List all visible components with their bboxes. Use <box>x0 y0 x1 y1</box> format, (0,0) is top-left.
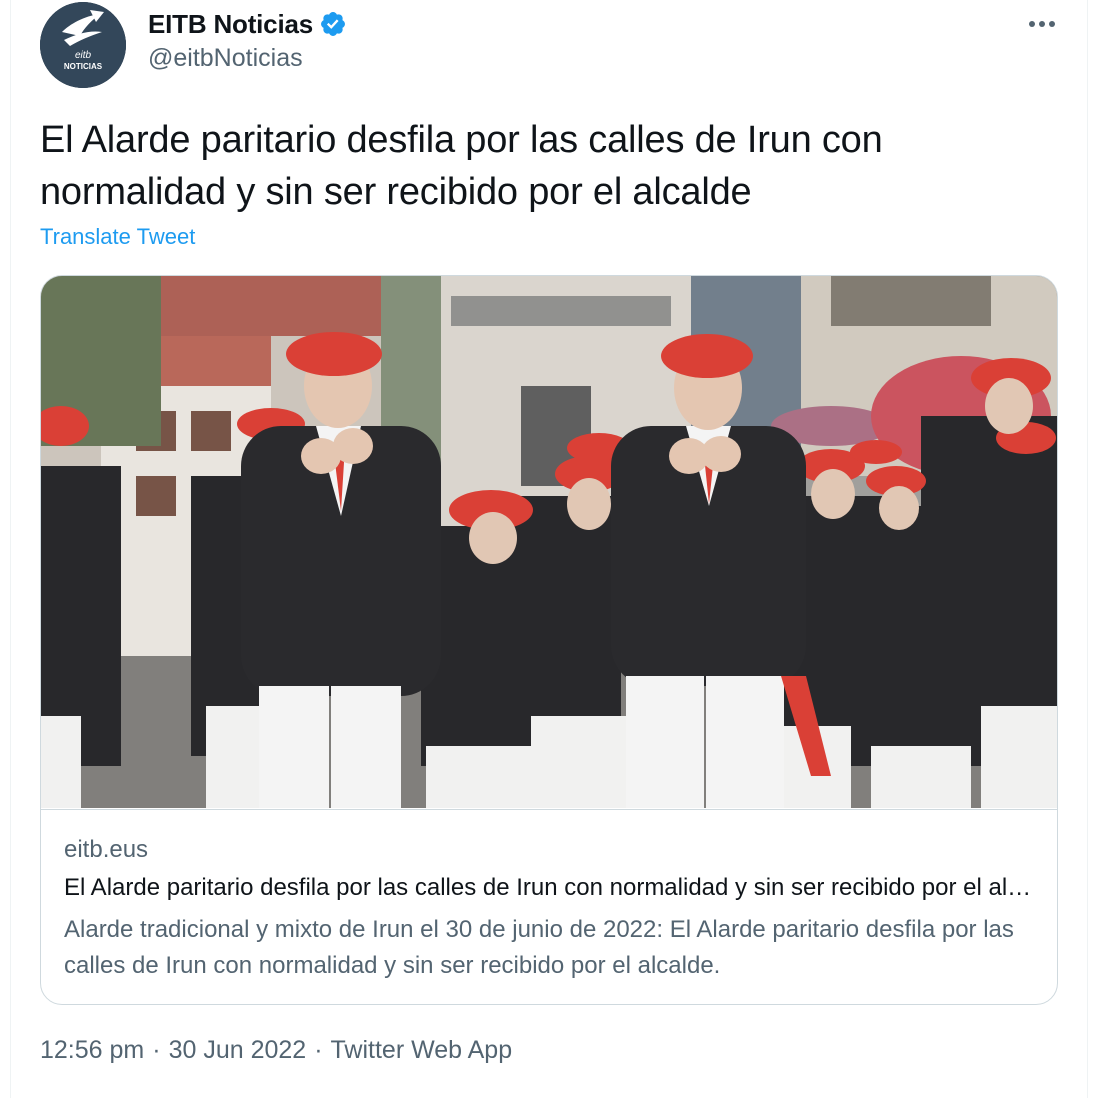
author-display-name[interactable]: EITB Noticias <box>148 9 313 40</box>
tweet-text: El Alarde paritario desfila por las call… <box>40 119 883 213</box>
card-image[interactable] <box>41 276 1057 808</box>
meta-separator: · <box>152 1036 161 1064</box>
card-domain: eitb.eus <box>64 836 149 863</box>
svg-text:NOTICIAS: NOTICIAS <box>64 62 103 71</box>
tweet-meta: 12:56 pm · 30 Jun 2022 · Twitter Web App <box>40 1036 512 1065</box>
more-horizontal-icon[interactable] <box>1022 8 1062 40</box>
link-card[interactable]: eitb.eus El Alarde paritario desfila por… <box>40 275 1058 1005</box>
avatar[interactable]: eitb NOTICIAS <box>40 2 126 88</box>
parade-photo <box>41 276 1057 808</box>
tweet-source[interactable]: Twitter Web App <box>331 1036 513 1065</box>
tweet-time[interactable]: 12:56 pm <box>40 1036 144 1065</box>
card-body[interactable]: eitb.eus El Alarde paritario desfila por… <box>41 809 1057 1004</box>
author-handle[interactable]: @eitbNoticias <box>148 44 303 73</box>
svg-text:eitb: eitb <box>75 50 92 61</box>
verified-badge-icon <box>321 12 345 36</box>
author-name-row[interactable]: EITB Noticias <box>148 8 347 40</box>
eitb-logo: eitb NOTICIAS <box>40 2 126 88</box>
tweet-date[interactable]: 30 Jun 2022 <box>169 1036 307 1065</box>
card-description: Alarde tradicional y mixto de Irun el 30… <box>64 916 1014 979</box>
translate-tweet-link[interactable]: Translate Tweet <box>40 224 195 250</box>
meta-separator: · <box>314 1036 323 1064</box>
card-title: El Alarde paritario desfila por las call… <box>64 874 1034 901</box>
